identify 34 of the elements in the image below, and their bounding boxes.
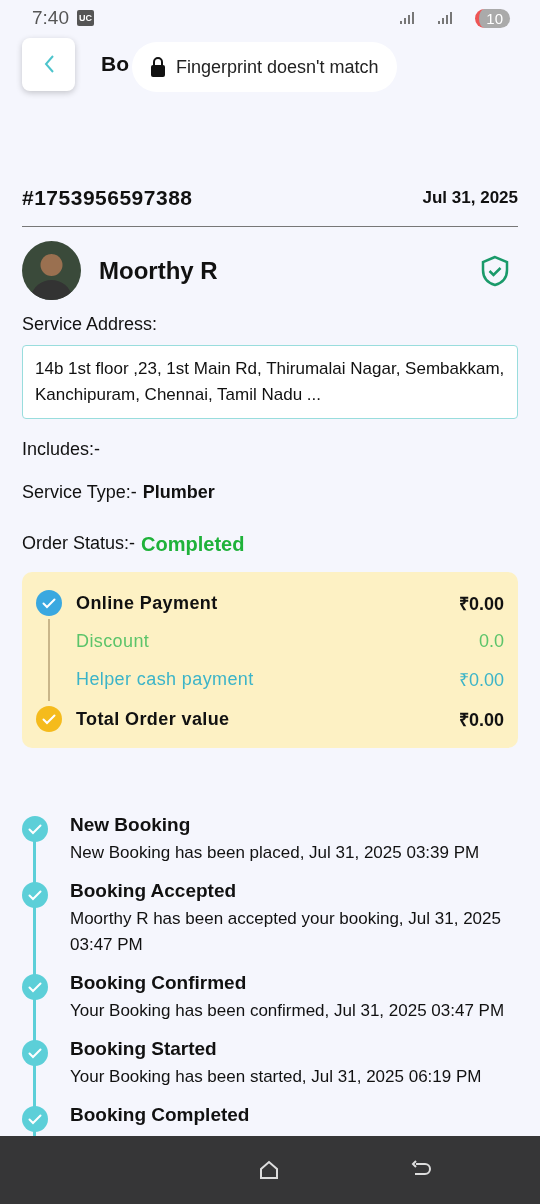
payment-label: Total Order value xyxy=(76,708,231,730)
step-title: New Booking xyxy=(70,814,192,836)
home-button[interactable] xyxy=(258,1159,280,1181)
step-title: Booking Completed xyxy=(70,1104,250,1126)
payment-amount: ₹0.00 xyxy=(458,709,504,731)
step-description: Your Booking has been started, Jul 31, 2025 06:19 PM xyxy=(70,1066,482,1088)
step-title: Booking Accepted xyxy=(70,880,238,902)
payment-label: Helper cash payment xyxy=(76,668,255,690)
step-title: Booking Confirmed xyxy=(70,972,248,994)
step-description: New Booking has been placed, Jul 31, 2025 03:39 PM xyxy=(70,842,480,864)
lock-icon xyxy=(150,57,166,77)
order-status-label: Order Status:- xyxy=(22,533,136,555)
payment-amount: 0.0 xyxy=(478,631,504,652)
app-badge: UC xyxy=(77,10,94,26)
step-description: Moorthy R has been accepted your booking, Jul 31, 2025 03:47 PM xyxy=(70,908,502,956)
status-time: 7:40 xyxy=(32,7,69,29)
includes-label: Includes:- xyxy=(22,439,101,460)
service-type-label: Service Type:- xyxy=(22,482,137,503)
service-type-value: Plumber xyxy=(142,482,215,503)
address-box: 14b 1st floor ,23, 1st Main Rd, Thirumalai Nagar, Sembakkam, Kanchipuram, Chennai, Tamil Nadu ... xyxy=(22,345,518,419)
step-description: Your Booking has been confirmed, Jul 31, 2025 03:47 PM xyxy=(70,1000,505,1022)
step-title: Booking Started xyxy=(70,1038,218,1060)
order-id: #1753956597388 xyxy=(22,186,193,210)
order-date: Jul 31, 2025 xyxy=(422,188,518,208)
battery-level: 10 xyxy=(475,8,510,28)
payment-label: Online Payment xyxy=(76,592,219,614)
toast-text: Fingerprint doesn't match xyxy=(176,56,379,78)
payment-amount: ₹0.00 xyxy=(458,669,504,691)
provider-name: Moorthy R xyxy=(99,256,218,285)
payment-amount: ₹0.00 xyxy=(458,593,504,615)
address-label: Service Address: xyxy=(22,314,159,335)
order-status-value: Completed xyxy=(141,533,245,556)
payment-label: Discount xyxy=(76,631,151,652)
page-title: Bo xyxy=(101,52,129,76)
